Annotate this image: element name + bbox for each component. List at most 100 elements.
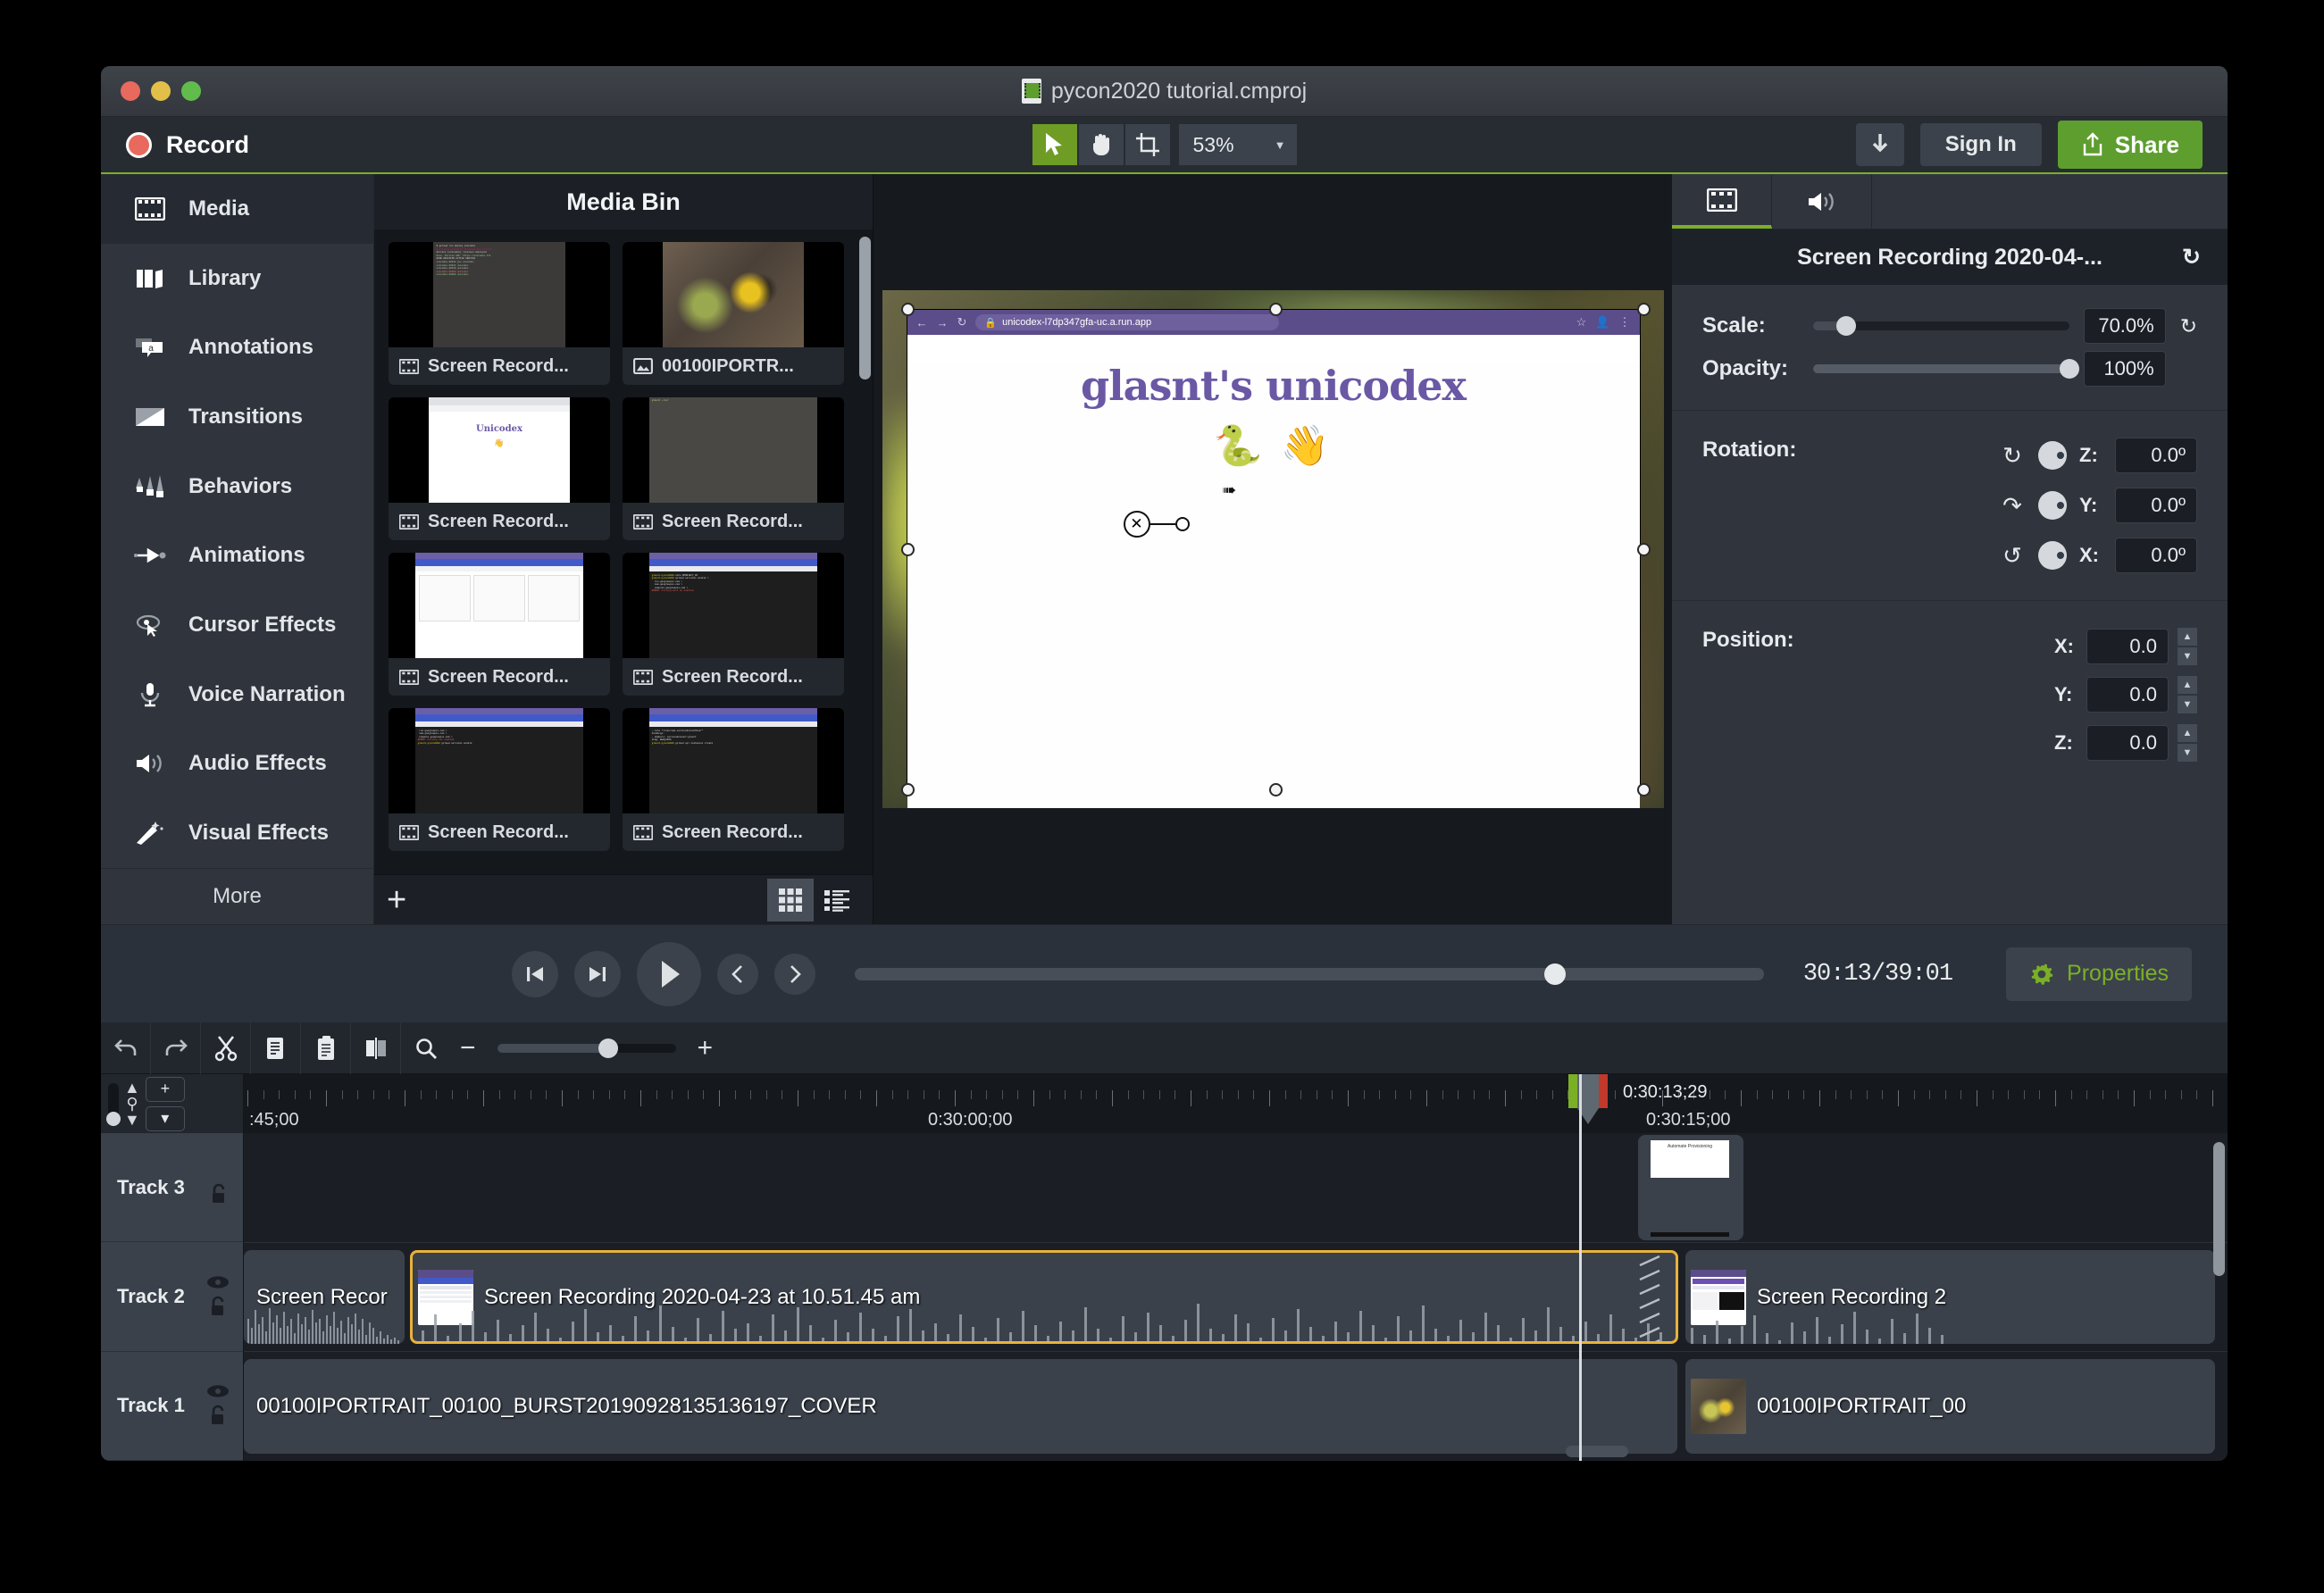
stepper-down-icon[interactable]: ▼ — [2178, 744, 2197, 762]
crop-tool-button[interactable] — [1124, 124, 1170, 165]
timeline-vertical-scrollbar[interactable] — [2213, 1142, 2225, 1276]
resize-handle-bottom-left[interactable] — [900, 783, 915, 796]
stepper-down-icon[interactable]: ▼ — [2178, 696, 2197, 713]
sidebar-item-annotations[interactable]: a Annotations — [101, 313, 373, 382]
scale-value-field[interactable]: 70.0% — [2083, 308, 2166, 344]
rotation-x-field[interactable]: 0.0º — [2115, 538, 2197, 573]
sidebar-item-media[interactable]: Media — [101, 174, 373, 244]
timeline-track-row-1[interactable]: 00100IPORTRAIT_00100_BURST20190928135136… — [244, 1352, 2228, 1461]
add-media-button[interactable]: + — [387, 883, 406, 917]
track-header-3[interactable]: Track 3 — [101, 1133, 243, 1243]
timeline-zoom-slider[interactable] — [497, 1038, 676, 1058]
hand-tool-button[interactable] — [1078, 124, 1124, 165]
play-button[interactable] — [637, 941, 701, 1006]
stepper-up-icon[interactable]: ▲ — [2178, 628, 2197, 646]
playhead-marker[interactable] — [1568, 1074, 1608, 1124]
step-back-button[interactable] — [512, 950, 558, 997]
position-x-stepper[interactable]: ▲ ▼ — [2178, 628, 2197, 665]
track-height-slider[interactable] — [106, 1083, 121, 1126]
resize-handle-top-right[interactable] — [1636, 303, 1651, 316]
next-button[interactable] — [774, 953, 815, 995]
media-bin-item[interactable]: 00100IPORTR... — [623, 242, 844, 385]
scale-slider[interactable] — [1813, 316, 2069, 336]
rotate-x-icon[interactable]: ↺ — [1999, 542, 2026, 570]
audio-properties-tab[interactable] — [1772, 174, 1872, 229]
sidebar-item-voice-narration[interactable]: Voice Narration — [101, 660, 373, 730]
sidebar-item-audio-effects[interactable]: Audio Effects — [101, 730, 373, 799]
star-icon[interactable]: ☆ — [1576, 315, 1587, 329]
timeline-ruler[interactable]: :45;00 0:30:00;00 0:30:15;00 0:30:13;29 — [244, 1074, 2228, 1133]
rotate-x-dial[interactable] — [2038, 541, 2067, 570]
position-y-field[interactable]: 0.0 — [2086, 677, 2169, 713]
scale-reset-icon[interactable]: ↻ — [2180, 314, 2197, 338]
sidebar-item-transitions[interactable]: Transitions — [101, 382, 373, 452]
canvas-stage[interactable]: ← → ↻ 🔒 unicodex-l7dp347gfa-uc.a.run.app… — [882, 290, 1664, 808]
sidebar-item-visual-effects[interactable]: Visual Effects — [101, 798, 373, 868]
previous-button[interactable] — [717, 953, 758, 995]
sidebar-more-button[interactable]: More — [101, 868, 373, 924]
media-bin-item[interactable]: glasnt-pycon2020 echo $PROJECT_ID glasnt… — [623, 553, 844, 696]
resize-handle-top-center[interactable] — [1268, 303, 1283, 316]
timeline-zoom-button[interactable] — [401, 1022, 451, 1074]
timeline-clip[interactable]: Screen Recording 2 — [1685, 1249, 2215, 1345]
video-properties-tab[interactable] — [1672, 174, 1772, 229]
timeline-horizontal-scrollbar[interactable] — [1566, 1446, 1628, 1457]
media-bin-item[interactable]: $ gcloud run deploy unicodex Deploying c… — [389, 242, 610, 385]
minimize-window-button[interactable] — [151, 81, 171, 101]
pointer-tool-button[interactable] — [1032, 124, 1077, 165]
rotate-z-icon[interactable]: ↻ — [1999, 442, 2026, 470]
stepper-up-icon[interactable]: ▲ — [2178, 724, 2197, 742]
media-bin-item[interactable]: --role "roles/iam.serviceAccountUser" bi… — [623, 708, 844, 851]
timeline-track-row-2[interactable]: Screen Recor Screen Recording 2020-04-23… — [244, 1243, 2228, 1353]
playback-scrubber[interactable] — [855, 963, 1764, 985]
timeline-clip[interactable]: Automate Provisioning — [1638, 1135, 1743, 1240]
position-z-field[interactable]: 0.0 — [2086, 725, 2169, 761]
timeline-clip-selected[interactable]: Screen Recording 2020-04-23 at 10.51.45 … — [410, 1249, 1678, 1345]
rotation-y-field[interactable]: 0.0º — [2115, 488, 2197, 523]
track-header-1[interactable]: Track 1 — [101, 1351, 243, 1461]
timeline-clip[interactable]: 00100IPORTRAIT_00 — [1685, 1359, 2215, 1455]
resize-handle-bottom-center[interactable] — [1268, 783, 1283, 796]
media-bin-item[interactable]: Unicodex 👋 Screen Record... — [389, 397, 610, 540]
sidebar-item-behaviors[interactable]: Behaviors — [101, 452, 373, 521]
grid-view-button[interactable] — [767, 878, 814, 922]
media-bin-item[interactable]: run.googleapis.com \ iam.googleapis.com … — [389, 708, 610, 851]
sidebar-item-cursor-effects[interactable]: Cursor Effects — [101, 590, 373, 660]
paste-button[interactable] — [301, 1022, 351, 1074]
split-button[interactable] — [351, 1022, 401, 1074]
kebab-menu-icon[interactable]: ⋮ — [1619, 315, 1631, 329]
position-z-stepper[interactable]: ▲ ▼ — [2178, 724, 2197, 762]
opacity-value-field[interactable]: 100% — [2083, 351, 2166, 387]
undo-button[interactable] — [101, 1022, 151, 1074]
track-header-2[interactable]: Track 2 — [101, 1242, 243, 1352]
opacity-slider[interactable] — [1813, 359, 2079, 379]
redo-button[interactable] — [151, 1022, 201, 1074]
rotate-z-dial[interactable] — [2038, 441, 2067, 470]
cut-button[interactable] — [201, 1022, 251, 1074]
rotation-z-field[interactable]: 0.0º — [2115, 438, 2197, 473]
properties-button[interactable]: Properties — [2006, 947, 2192, 1001]
profile-avatar-icon[interactable]: 👤 — [1595, 315, 1609, 329]
sidebar-item-animations[interactable]: Animations — [101, 521, 373, 591]
forward-arrow-icon[interactable]: → — [937, 316, 949, 329]
collapse-tracks-button[interactable]: ▾ — [145, 1105, 185, 1131]
media-bin-scrollbar[interactable] — [859, 237, 871, 379]
copy-button[interactable] — [251, 1022, 301, 1074]
timeline-clip[interactable]: Screen Recor — [244, 1249, 405, 1345]
add-track-button[interactable]: + — [145, 1076, 185, 1102]
maximize-window-button[interactable] — [181, 81, 201, 101]
rotate-y-icon[interactable]: ↷ — [1999, 492, 2026, 520]
zoom-level-select[interactable]: 53% ▼ — [1178, 124, 1297, 165]
resize-handle-top-left[interactable] — [900, 303, 915, 316]
resize-handle-middle-left[interactable] — [900, 543, 915, 556]
position-y-stepper[interactable]: ▲ ▼ — [2178, 676, 2197, 713]
rotate-y-dial[interactable] — [2038, 491, 2067, 520]
position-x-field[interactable]: 0.0 — [2086, 629, 2169, 664]
reset-all-icon[interactable]: ↻ — [2182, 244, 2201, 271]
zoom-out-button[interactable]: − — [451, 1033, 485, 1063]
zoom-in-button[interactable]: + — [689, 1033, 723, 1063]
timeline-clip[interactable]: 00100IPORTRAIT_00100_BURST20190928135136… — [244, 1359, 1677, 1455]
close-window-button[interactable] — [121, 81, 140, 101]
browser-url-bar[interactable]: 🔒 unicodex-l7dp347gfa-uc.a.run.app — [975, 314, 1280, 330]
back-arrow-icon[interactable]: ← — [916, 316, 928, 329]
